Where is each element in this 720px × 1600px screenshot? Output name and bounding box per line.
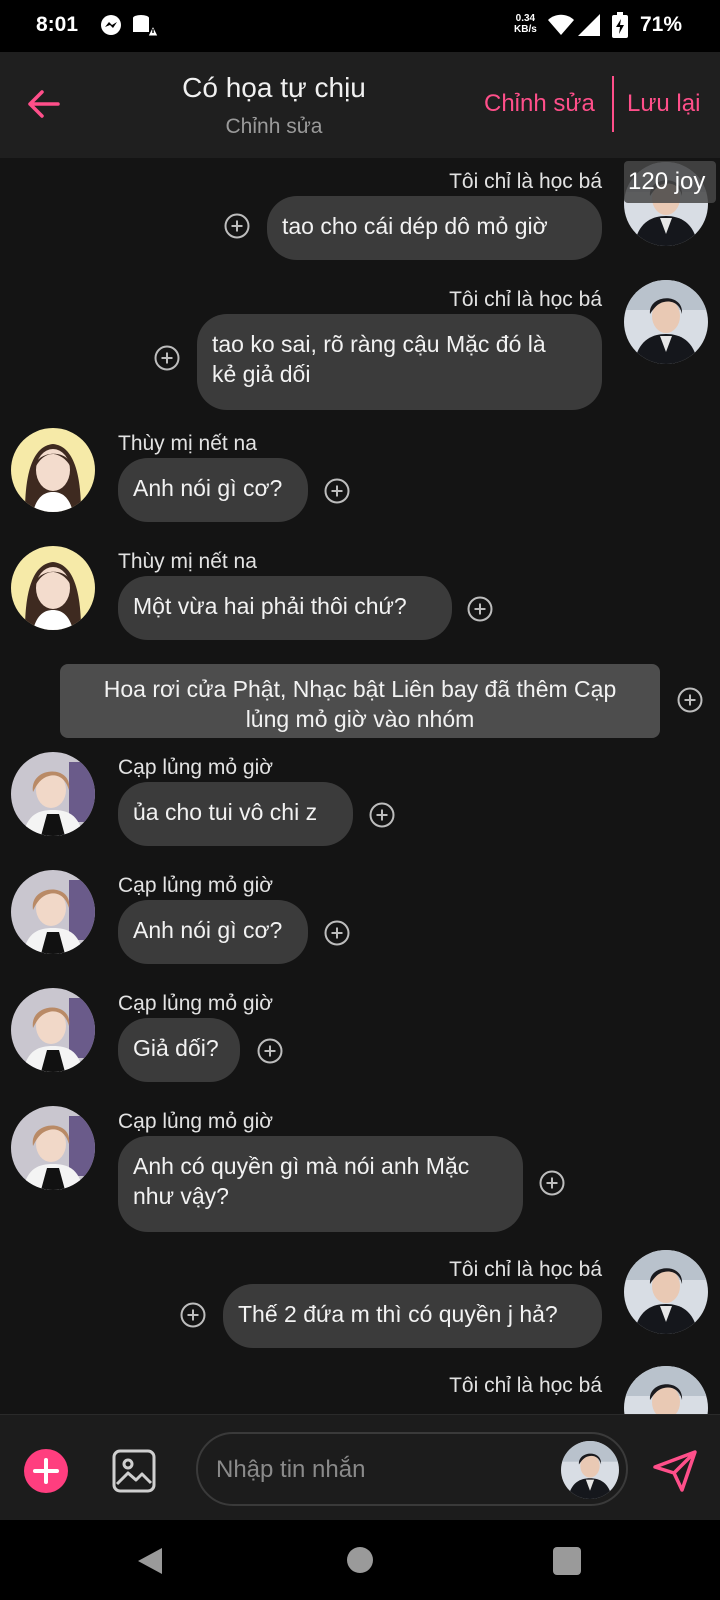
nav-back-button[interactable] bbox=[136, 1546, 164, 1581]
message-bubble[interactable]: ủa cho tui vô chi z bbox=[118, 782, 353, 846]
message-text: Anh nói gì cơ? bbox=[133, 475, 283, 501]
message-bubble[interactable]: Anh nói gì cơ? bbox=[118, 458, 308, 522]
message-text: ủa cho tui vô chi z bbox=[133, 799, 318, 825]
message-list[interactable]: Tôi chỉ là học bá tao cho cái dép dô mỏ … bbox=[0, 158, 720, 1414]
avatar[interactable] bbox=[11, 428, 95, 512]
message-text: tao ko sai, rõ ràng cậu Mặc đó là bbox=[212, 331, 546, 357]
arrow-left-icon bbox=[28, 90, 60, 118]
send-icon bbox=[653, 1450, 697, 1492]
header-divider bbox=[612, 76, 614, 132]
sender-name: Tôi chỉ là học bá bbox=[449, 170, 602, 193]
message-bubble[interactable]: Anh có quyền gì mà nói anh Mặc như vậy? bbox=[118, 1136, 523, 1232]
sender-name: Thùy mị nết na bbox=[118, 550, 257, 573]
battery-percent: 71% bbox=[640, 13, 683, 36]
page-title: Có họa tự chịu bbox=[182, 72, 366, 103]
database-alert-icon bbox=[132, 14, 159, 43]
signal-icon bbox=[578, 14, 600, 41]
add-reaction-icon[interactable] bbox=[324, 478, 350, 504]
sender-name: Thùy mị nết na bbox=[118, 432, 257, 455]
messenger-icon bbox=[100, 14, 122, 41]
message-text: Anh có quyền gì mà nói anh Mặc bbox=[133, 1153, 470, 1179]
joy-badge: 120 joy bbox=[624, 161, 716, 203]
sender-name: Cạp lủng mỏ giờ bbox=[118, 1110, 274, 1133]
persona-avatar[interactable] bbox=[561, 1441, 619, 1499]
avatar[interactable] bbox=[11, 752, 95, 836]
triangle-back-icon bbox=[138, 1548, 162, 1574]
message-input-placeholder: Nhập tin nhắn bbox=[216, 1456, 366, 1483]
battery-charging-icon bbox=[612, 12, 628, 43]
add-reaction-icon[interactable] bbox=[224, 213, 250, 239]
avatar[interactable] bbox=[11, 1106, 95, 1190]
message-bubble[interactable]: Một vừa hai phải thôi chứ? bbox=[118, 576, 452, 640]
back-button[interactable] bbox=[22, 82, 66, 126]
add-reaction-icon[interactable] bbox=[180, 1302, 206, 1328]
message-bubble[interactable]: tao cho cái dép dô mỏ giờ bbox=[267, 196, 602, 260]
sender-name: Cạp lủng mỏ giờ bbox=[118, 874, 274, 897]
avatar[interactable] bbox=[624, 280, 708, 364]
add-reaction-icon[interactable] bbox=[257, 1038, 283, 1064]
system-text: lủng mỏ giờ vào nhóm bbox=[245, 706, 475, 732]
send-button[interactable] bbox=[652, 1449, 698, 1493]
sender-name: Cạp lủng mỏ giờ bbox=[118, 756, 274, 779]
message-bubble[interactable]: Giả dối? bbox=[118, 1018, 240, 1082]
sender-name: Cạp lủng mỏ giờ bbox=[118, 992, 274, 1015]
message-text: Thế 2 đứa m thì có quyền j hả? bbox=[238, 1301, 558, 1327]
message-bubble[interactable]: Thế 2 đứa m thì có quyền j hả? bbox=[223, 1284, 602, 1348]
image-icon bbox=[112, 1449, 156, 1493]
message-text: như vậy? bbox=[133, 1183, 229, 1209]
add-attachment-button[interactable] bbox=[24, 1449, 68, 1493]
message-bubble[interactable]: Anh nói gì cơ? bbox=[118, 900, 308, 964]
sender-name: Tôi chỉ là học bá bbox=[449, 1258, 602, 1281]
avatar[interactable] bbox=[11, 988, 95, 1072]
system-message: Hoa rơi cửa Phật, Nhạc bật Liên bay đã t… bbox=[60, 664, 660, 738]
nav-recents-button[interactable] bbox=[553, 1547, 581, 1575]
add-reaction-icon[interactable] bbox=[677, 687, 703, 713]
add-reaction-icon[interactable] bbox=[467, 596, 493, 622]
add-reaction-icon[interactable] bbox=[324, 920, 350, 946]
chat-header: Có họa tự chịu Chỉnh sửa Chỉnh sửa Lưu l… bbox=[0, 52, 720, 158]
wifi-icon bbox=[548, 14, 574, 41]
add-reaction-icon[interactable] bbox=[369, 802, 395, 828]
sender-name: Tôi chỉ là học bá bbox=[449, 288, 602, 311]
avatar[interactable] bbox=[11, 546, 95, 630]
system-nav-bar bbox=[0, 1520, 720, 1600]
message-text: tao cho cái dép dô mỏ giờ bbox=[282, 213, 548, 239]
status-bar: 8:01 0.34 KB/s 71% bbox=[0, 0, 720, 52]
edit-button[interactable]: Chỉnh sửa bbox=[484, 90, 595, 118]
message-text: Anh nói gì cơ? bbox=[133, 917, 283, 943]
system-text: Hoa rơi cửa Phật, Nhạc bật Liên bay đã t… bbox=[103, 676, 617, 702]
message-input[interactable]: Nhập tin nhắn bbox=[196, 1432, 628, 1506]
message-text: kẻ giả dối bbox=[212, 361, 311, 387]
nav-home-button[interactable] bbox=[347, 1547, 373, 1573]
avatar[interactable] bbox=[624, 1366, 708, 1414]
plus-icon bbox=[33, 1458, 59, 1484]
image-picker-button[interactable] bbox=[111, 1448, 157, 1494]
message-bubble[interactable]: tao ko sai, rõ ràng cậu Mặc đó là kẻ giả… bbox=[197, 314, 602, 410]
add-reaction-icon[interactable] bbox=[154, 345, 180, 371]
avatar[interactable] bbox=[624, 1250, 708, 1334]
message-text: Giả dối? bbox=[133, 1035, 219, 1061]
net-speed: 0.34 KB/s bbox=[514, 13, 537, 35]
save-button[interactable]: Lưu lại bbox=[627, 90, 700, 118]
status-time: 8:01 bbox=[36, 13, 79, 36]
add-reaction-icon[interactable] bbox=[539, 1170, 565, 1196]
message-text: Một vừa hai phải thôi chứ? bbox=[133, 593, 407, 619]
sender-name: Tôi chỉ là học bá bbox=[449, 1374, 602, 1397]
composer-bar: Nhập tin nhắn bbox=[0, 1414, 720, 1521]
page-subtitle: Chỉnh sửa bbox=[225, 115, 323, 138]
avatar[interactable] bbox=[11, 870, 95, 954]
